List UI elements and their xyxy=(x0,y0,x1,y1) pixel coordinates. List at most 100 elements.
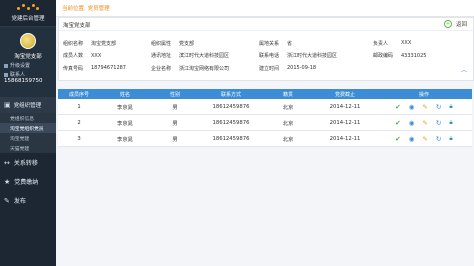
cell-id: 1 xyxy=(77,103,81,110)
section-label: 党组织管理 xyxy=(13,103,42,109)
top-bar: 当前位置: 党员管理 xyxy=(56,0,474,17)
table-row: 3 李京晁 男 18612459876 北京 2014-12-11 ✔ ◉ ✎ … xyxy=(58,131,472,147)
cell-name: 李京晁 xyxy=(117,104,133,111)
sidebar-item-label: 党费缴纳 xyxy=(14,179,39,186)
col-header: 操作 xyxy=(418,91,429,98)
info-row: 传真号码 18794671287 企业名称 浙江淘宝网络有限公司 建立时间 20… xyxy=(63,62,441,75)
lock-icon[interactable]: 🔒︎ xyxy=(449,118,452,127)
collapse-chevron-icon[interactable]: ︿ xyxy=(461,65,467,74)
row-actions: ✔ ◉ ✎ ↻ 🔒︎ xyxy=(376,118,472,127)
sidebar-item-transfer[interactable]: ↔ 关系转移 xyxy=(0,153,56,172)
cell-name: 李京晁 xyxy=(117,136,133,143)
info-value: XXX xyxy=(401,40,412,47)
settings-icon xyxy=(4,63,8,68)
cell-hometown: 北京 xyxy=(282,136,294,143)
sidebar-submenu: 党组织信息 淘宝党组织党员 淘宝党建 天猫党建 xyxy=(0,113,56,153)
members-table: 成员序号 姓名 性别 联系方式 籍贯 党费截止 操作 1 李京晁 男 18612… xyxy=(58,89,472,147)
sidebar-item-label: 关系转移 xyxy=(13,160,38,167)
info-key: 邮政编码 xyxy=(373,53,394,60)
avatar[interactable] xyxy=(20,33,36,49)
sidebar-item-dues[interactable]: ★ 党费缴纳 xyxy=(0,172,56,191)
info-value: 省 xyxy=(287,40,293,47)
cell-gender: 男 xyxy=(172,136,178,143)
edit-icon[interactable]: ✎ xyxy=(422,119,427,127)
info-row: 组织名称 淘宝党支部 组织属性 党支部 属地关系 省 负责人 XXX xyxy=(63,37,441,50)
approve-icon[interactable]: ✔ xyxy=(395,135,400,143)
edit-icon[interactable]: ✎ xyxy=(422,103,427,111)
org-name: 淘宝党支部 xyxy=(14,54,42,60)
col-header: 联系方式 xyxy=(220,91,241,98)
profile-action-label: 升级设置 xyxy=(10,63,31,69)
info-value: 滨江时代大道科技园区 xyxy=(179,53,230,60)
org-icon: ▣ xyxy=(4,101,11,109)
view-icon[interactable]: ◉ xyxy=(409,135,415,143)
breadcrumb: 当前位置: 党员管理 xyxy=(62,6,110,12)
cell-phone: 18612459876 xyxy=(212,135,250,142)
refresh-icon[interactable]: ↻ xyxy=(436,119,441,127)
refresh-icon[interactable]: ↻ xyxy=(436,103,441,111)
info-key: 联系电话 xyxy=(259,53,280,60)
info-key: 组织属性 xyxy=(151,40,172,47)
phone-number: 15868159750 xyxy=(4,78,43,84)
edit-icon: ✎ xyxy=(4,196,10,205)
table-row: 2 李京晁 男 18612459876 北京 2014-12-11 ✔ ◉ ✎ … xyxy=(58,115,472,131)
row-actions: ✔ ◉ ✎ ↻ 🔒︎ xyxy=(376,102,472,111)
profile-action[interactable]: 升级设置 xyxy=(4,62,52,69)
logo-icon xyxy=(17,4,39,12)
info-row: 成员人数 XXX 通讯地址 滨江时代大道科技园区 联系电话 浙江时代大道科技园区… xyxy=(63,50,441,63)
sidebar-item-publish[interactable]: ✎ 发布 xyxy=(0,191,56,210)
org-info-grid: 组织名称 淘宝党支部 组织属性 党支部 属地关系 省 负责人 XXX 成员人数 … xyxy=(63,37,441,75)
add-icon[interactable]: + xyxy=(443,20,452,28)
edit-icon[interactable]: ✎ xyxy=(422,135,427,143)
info-value: 浙江淘宝网络有限公司 xyxy=(179,65,230,72)
info-value: 2015-09-18 xyxy=(287,65,317,72)
logo-area: 党建后台管理 xyxy=(0,0,56,27)
lock-icon[interactable]: 🔒︎ xyxy=(449,134,452,143)
submenu-item-tmall[interactable]: 天猫党建 xyxy=(0,143,56,153)
cell-dues: 2014-12-11 xyxy=(329,135,361,142)
info-value: 18794671287 xyxy=(91,65,126,72)
info-key: 建立时间 xyxy=(259,65,280,72)
return-link[interactable]: 返回 xyxy=(456,20,467,28)
col-header: 成员序号 xyxy=(68,91,89,98)
row-actions: ✔ ◉ ✎ ↻ 🔒︎ xyxy=(376,134,472,143)
info-key: 负责人 xyxy=(373,40,389,47)
phone-icon xyxy=(4,72,8,77)
app-title: 党建后台管理 xyxy=(11,16,45,22)
col-header: 籍贯 xyxy=(282,91,293,98)
info-key: 传真号码 xyxy=(63,65,84,72)
phone-label: 联系人 xyxy=(10,72,26,78)
sidebar-section-party-org[interactable]: ▣ 党组织管理 xyxy=(0,97,56,113)
approve-icon[interactable]: ✔ xyxy=(395,119,400,127)
cell-name: 李京晁 xyxy=(117,120,133,127)
cell-hometown: 北京 xyxy=(282,104,294,111)
info-value: 淘宝党支部 xyxy=(91,40,117,47)
info-key: 企业名称 xyxy=(151,65,172,72)
transfer-icon: ↔ xyxy=(4,158,10,167)
refresh-icon[interactable]: ↻ xyxy=(436,135,441,143)
cell-hometown: 北京 xyxy=(282,120,294,127)
sidebar: 党建后台管理 淘宝党支部 升级设置 联系人 15868159750 ▣ 党组织管… xyxy=(0,0,56,266)
table-row: 1 李京晁 男 18612459876 北京 2014-12-11 ✔ ◉ ✎ … xyxy=(58,99,472,115)
panel-actions: + 返回 xyxy=(443,20,467,28)
cell-phone: 18612459876 xyxy=(212,103,250,110)
submenu-item-members[interactable]: 淘宝党组织党员 xyxy=(0,123,56,133)
view-icon[interactable]: ◉ xyxy=(409,119,415,127)
cell-id: 2 xyxy=(77,119,81,126)
cell-gender: 男 xyxy=(172,104,178,111)
approve-icon[interactable]: ✔ xyxy=(395,103,400,111)
info-value: 浙江时代大道科技园区 xyxy=(287,53,338,60)
cell-dues: 2014-12-11 xyxy=(329,119,361,126)
col-header: 姓名 xyxy=(119,91,130,98)
col-header: 性别 xyxy=(169,91,180,98)
org-info-panel: 淘宝党支部 + 返回 组织名称 淘宝党支部 组织属性 党支部 属地关系 省 负责… xyxy=(58,17,474,81)
view-icon[interactable]: ◉ xyxy=(409,103,415,111)
profile-card: 淘宝党支部 升级设置 联系人 15868159750 xyxy=(0,27,56,97)
lock-icon[interactable]: 🔒︎ xyxy=(449,102,452,111)
cell-gender: 男 xyxy=(172,120,178,127)
coin-icon: ★ xyxy=(4,177,11,186)
col-header: 党费截止 xyxy=(334,91,355,98)
submenu-item-org-info[interactable]: 党组织信息 xyxy=(0,113,56,123)
submenu-item-taobao[interactable]: 淘宝党建 xyxy=(0,133,56,143)
cell-phone: 18612459876 xyxy=(212,119,250,126)
